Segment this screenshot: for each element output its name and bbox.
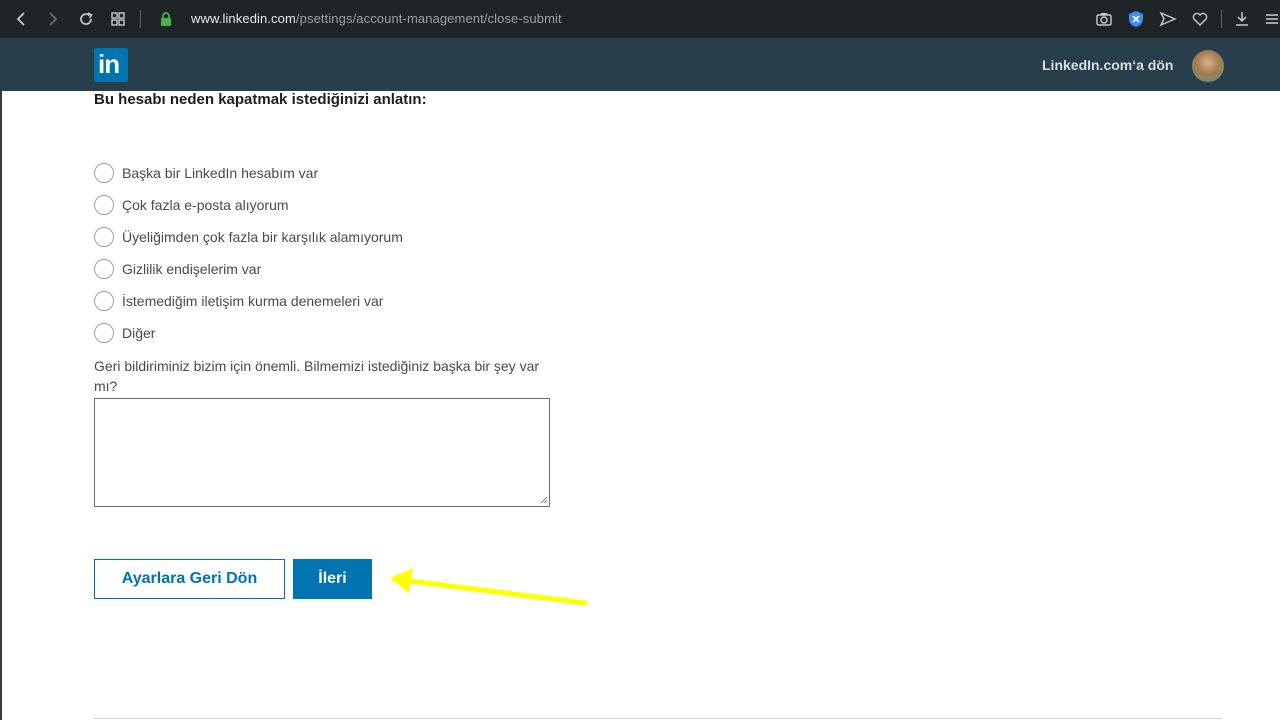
radio-button[interactable] [94,195,114,215]
reason-label: Diğer [122,325,156,341]
back-icon[interactable] [11,9,31,29]
reason-option[interactable]: Başka bir LinkedIn hesabım var [94,163,318,183]
reason-label: Gizlilik endişelerim var [122,261,262,277]
address-bar[interactable]: www.linkedin.com/psettings/account-manag… [191,11,562,26]
menu-icon[interactable] [1262,9,1280,29]
send-icon[interactable] [1158,9,1178,29]
reason-label: İstemediğim iletişim kurma denemeleri va… [122,293,384,309]
speed-dial-icon[interactable] [108,9,128,29]
forward-icon[interactable] [43,9,63,29]
camera-icon[interactable] [1094,9,1114,29]
linkedin-logo[interactable]: in [94,48,128,82]
back-to-settings-button[interactable]: Ayarlara Geri Dön [94,559,285,599]
reason-option[interactable]: Gizlilik endişelerim var [94,259,261,279]
back-to-linkedin-link[interactable]: LinkedIn.com‘a dön [1042,57,1173,73]
heart-icon[interactable] [1190,9,1210,29]
window-edge [0,91,2,720]
radio-button[interactable] [94,227,114,247]
radio-button[interactable] [94,291,114,311]
url-host: www.linkedin.com [191,11,296,26]
reason-label: Başka bir LinkedIn hesabım var [122,165,319,181]
reason-option[interactable]: Üyeliğimden çok fazla bir karşılık alamı… [94,227,403,247]
toolbar-divider [140,10,141,28]
reason-option[interactable]: Çok fazla e-posta alıyorum [94,195,289,215]
reason-option[interactable]: Diğer [94,323,155,343]
resize-grip-icon[interactable] [538,494,548,504]
reason-label: Üyeliğimden çok fazla bir karşılık alamı… [122,229,403,245]
download-icon[interactable] [1232,9,1252,29]
site-header: in LinkedIn.com‘a dön [0,38,1280,91]
shield-icon[interactable] [1126,9,1146,29]
toolbar-divider [1221,10,1222,28]
next-button[interactable]: İleri [293,559,372,599]
radio-button[interactable] [94,323,114,343]
reload-icon[interactable] [76,9,96,29]
divider [94,718,1222,719]
reason-label: Çok fazla e-posta alıyorum [122,197,289,213]
annotation-arrow-icon [390,568,588,606]
page-title: Bu hesabı neden kapatmak istediğinizi an… [94,91,427,108]
logo-text: in [98,49,120,79]
radio-button[interactable] [94,259,114,279]
avatar[interactable] [1192,50,1224,82]
url-path: /psettings/account-management/close-subm… [295,11,562,26]
lock-icon[interactable] [156,9,176,29]
feedback-textarea[interactable] [94,398,550,507]
reason-option[interactable]: İstemediğim iletişim kurma denemeleri va… [94,291,383,311]
radio-button[interactable] [94,163,114,183]
feedback-label: Geri bildiriminiz bizim için önemli. Bil… [94,358,540,394]
browser-toolbar: www.linkedin.com/psettings/account-manag… [0,0,1280,38]
